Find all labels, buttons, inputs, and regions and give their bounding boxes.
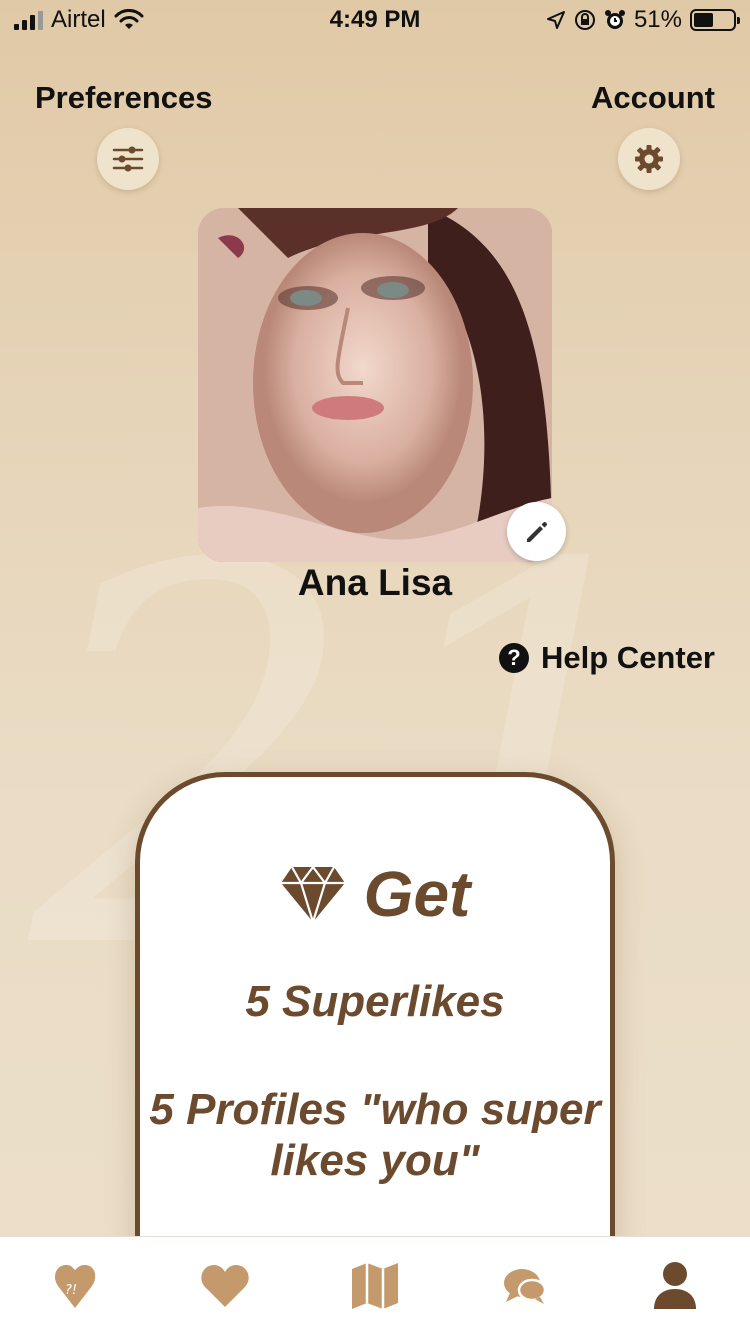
help-center-label: Help Center: [541, 640, 715, 675]
status-left: Airtel: [14, 6, 144, 34]
profile-photo[interactable]: [198, 208, 552, 562]
promo-title: Get: [140, 857, 610, 931]
map-icon: [352, 1262, 398, 1309]
battery-percent: 51%: [633, 6, 682, 33]
alarm-icon: [604, 10, 625, 29]
chat-icon: [504, 1268, 547, 1304]
gear-icon: [635, 145, 663, 173]
preferences-label[interactable]: Preferences: [35, 80, 213, 116]
diamond-icon: [280, 865, 345, 923]
carrier-label: Airtel: [51, 6, 106, 33]
bottom-nav: ?!: [0, 1236, 750, 1334]
promo-get-label: Get: [363, 858, 471, 930]
nav-likes[interactable]: [185, 1246, 265, 1326]
status-right: 51%: [546, 6, 740, 34]
account-button[interactable]: [618, 128, 680, 190]
nav-map[interactable]: [335, 1246, 415, 1326]
help-center-link[interactable]: ? Help Center: [499, 640, 715, 676]
account-label[interactable]: Account: [591, 80, 715, 116]
svg-text:?!: ?!: [65, 1283, 77, 1298]
battery-fill: [694, 13, 714, 27]
heart-icon: [201, 1264, 249, 1307]
profile-icon: [654, 1261, 696, 1309]
pencil-icon: [526, 521, 547, 542]
signal-icon: [14, 10, 43, 30]
wifi-icon: [114, 9, 144, 29]
preferences-button[interactable]: [97, 128, 159, 190]
sliders-icon: [112, 146, 144, 172]
profile-name: Ana Lisa: [297, 562, 453, 603]
portrait-image: [198, 208, 552, 562]
nav-chat[interactable]: [485, 1246, 565, 1326]
battery-icon: [690, 9, 740, 31]
edit-photo-button[interactable]: [507, 502, 566, 561]
location-icon: [546, 11, 565, 29]
premium-promo-card[interactable]: Get 5 Superlikes 5 Profiles "who super l…: [135, 772, 615, 1292]
question-icon: ?: [499, 643, 530, 673]
broken-heart-icon: ?!: [54, 1264, 96, 1308]
promo-superlikes: 5 Superlikes: [245, 977, 505, 1026]
rotation-lock-icon: [574, 10, 595, 30]
clock-label: 4:49 PM: [329, 6, 421, 33]
nav-profile[interactable]: [635, 1246, 715, 1326]
nav-questions[interactable]: ?!: [35, 1246, 115, 1326]
status-bar: Airtel 4:49 PM 51%: [0, 0, 750, 40]
promo-profiles: 5 Profiles "who super likes you": [149, 1085, 601, 1185]
